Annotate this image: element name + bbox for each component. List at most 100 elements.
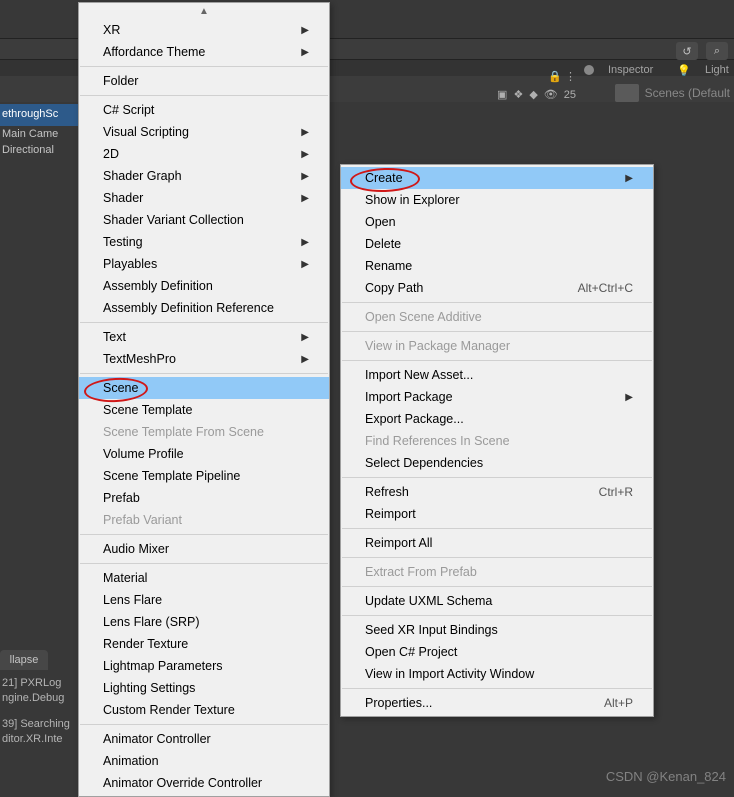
menu-item[interactable]: Rename xyxy=(341,255,653,277)
menu-item[interactable]: C# Script xyxy=(79,99,329,121)
menu-item: Scene Template From Scene xyxy=(79,421,329,443)
menu-item[interactable]: Show in Explorer xyxy=(341,189,653,211)
collapse-label: llapse xyxy=(10,654,39,666)
menu-item[interactable]: Animator Override Controller xyxy=(79,772,329,794)
menu-item[interactable]: Shader▶ xyxy=(79,187,329,209)
menu-item-label: Export Package... xyxy=(365,412,464,426)
menu-item[interactable]: View in Import Activity Window xyxy=(341,663,653,685)
tag-icon[interactable]: ◆ xyxy=(529,88,537,101)
menu-item[interactable]: Testing▶ xyxy=(79,231,329,253)
menu-item-label: Copy Path xyxy=(365,281,423,295)
menu-item[interactable]: Text▶ xyxy=(79,326,329,348)
hierarchy-item[interactable]: Main Came xyxy=(2,128,58,140)
menu-item[interactable]: Folder xyxy=(79,70,329,92)
menu-item[interactable]: Open C# Project xyxy=(341,641,653,663)
menu-item[interactable]: Assembly Definition xyxy=(79,275,329,297)
menu-item-label: Rename xyxy=(365,259,412,273)
log-line: ngine.Debug xyxy=(2,691,70,706)
menu-item[interactable]: Lighting Settings xyxy=(79,677,329,699)
menu-item-label: View in Import Activity Window xyxy=(365,667,534,681)
menu-item-label: Visual Scripting xyxy=(103,125,189,139)
menu-item[interactable]: Create▶ xyxy=(341,167,653,189)
menu-item[interactable]: Animator Controller xyxy=(79,728,329,750)
menu-item[interactable]: Scene xyxy=(79,377,329,399)
menu-separator xyxy=(80,534,328,535)
history-icon[interactable]: ↺ xyxy=(676,42,698,60)
menu-item[interactable]: Custom Render Texture xyxy=(79,699,329,721)
hierarchy-item[interactable]: Directional xyxy=(2,144,54,156)
menu-item[interactable]: Select Dependencies xyxy=(341,452,653,474)
inspector-tab[interactable]: Inspector xyxy=(608,64,653,76)
menu-item[interactable]: Lens Flare (SRP) xyxy=(79,611,329,633)
menu-item[interactable]: Lens Flare xyxy=(79,589,329,611)
menu-item[interactable]: Lightmap Parameters xyxy=(79,655,329,677)
menu-item-label: Prefab Variant xyxy=(103,513,182,527)
menu-item[interactable]: Audio Mixer xyxy=(79,538,329,560)
menu-item[interactable]: Shader Variant Collection xyxy=(79,209,329,231)
log-line: ditor.XR.Inte xyxy=(2,732,70,747)
assets-context-menu[interactable]: Create▶ Show in Explorer Open Delete Rename C… xyxy=(340,164,654,717)
menu-item[interactable]: Prefab xyxy=(79,487,329,509)
hierarchy-icon[interactable]: ❖ xyxy=(513,88,523,101)
submenu-arrow-icon: ▶ xyxy=(625,392,633,403)
menu-item[interactable]: Scene Template Pipeline xyxy=(79,465,329,487)
submenu-arrow-icon: ▶ xyxy=(301,237,309,248)
menu-item-label: Affordance Theme xyxy=(103,45,205,59)
menu-item-label: Reimport All xyxy=(365,536,432,550)
visibility-icon[interactable]: 👁 xyxy=(544,88,558,101)
menu-item[interactable]: TextMeshPro▶ xyxy=(79,348,329,370)
menu-item[interactable]: Reimport xyxy=(341,503,653,525)
folder-icon xyxy=(615,84,639,102)
menu-item[interactable]: Visual Scripting▶ xyxy=(79,121,329,143)
menu-item[interactable]: Open xyxy=(341,211,653,233)
lighting-tab[interactable]: Light xyxy=(705,64,729,76)
hierarchy-item[interactable]: ethroughSc xyxy=(2,108,58,120)
menu-item[interactable]: Volume Profile xyxy=(79,443,329,465)
menu-item[interactable]: 2D▶ xyxy=(79,143,329,165)
menu-item-label: Playables xyxy=(103,257,157,271)
menu-item: Extract From Prefab xyxy=(341,561,653,583)
menu-item-label: Update UXML Schema xyxy=(365,594,492,608)
menu-item-label: Prefab xyxy=(103,491,140,505)
menu-item-label: Delete xyxy=(365,237,401,251)
menu-item-label: Show in Explorer xyxy=(365,193,460,207)
menu-item-label: Shader Graph xyxy=(103,169,182,183)
menu-item-label: Lightmap Parameters xyxy=(103,659,223,673)
menu-item[interactable]: Seed XR Input Bindings xyxy=(341,619,653,641)
menu-item-label: Text xyxy=(103,330,126,344)
menu-item-label: Find References In Scene xyxy=(365,434,510,448)
menu-item-label: Shader xyxy=(103,191,143,205)
collapse-tab[interactable]: llapse xyxy=(0,650,48,670)
menu-item[interactable]: Shader Graph▶ xyxy=(79,165,329,187)
menu-item[interactable]: Assembly Definition Reference xyxy=(79,297,329,319)
menu-item-label: Custom Render Texture xyxy=(103,703,235,717)
menu-item[interactable]: Import New Asset... xyxy=(341,364,653,386)
log-line: 39] Searching xyxy=(2,717,70,732)
menu-item[interactable]: Render Texture xyxy=(79,633,329,655)
create-submenu[interactable]: ▲XR▶Affordance Theme▶FolderC# ScriptVisu… xyxy=(78,2,330,797)
menu-item[interactable]: Scene Template xyxy=(79,399,329,421)
menu-item[interactable]: Properties...Alt+P xyxy=(341,692,653,714)
menu-item[interactable]: XR▶ xyxy=(79,19,329,41)
visible-count: 25 xyxy=(564,89,576,101)
menu-item: Open Scene Additive xyxy=(341,306,653,328)
menu-item[interactable]: Playables▶ xyxy=(79,253,329,275)
menu-item[interactable]: Update UXML Schema xyxy=(341,590,653,612)
menu-item[interactable]: Reimport All xyxy=(341,532,653,554)
menu-item[interactable]: Material xyxy=(79,567,329,589)
menu-item[interactable]: RefreshCtrl+R xyxy=(341,481,653,503)
menu-item[interactable]: Affordance Theme▶ xyxy=(79,41,329,63)
menu-item[interactable]: Export Package... xyxy=(341,408,653,430)
scroll-up-arrow[interactable]: ▲ xyxy=(79,5,329,19)
menu-item-label: Scene Template xyxy=(103,403,192,417)
menu-item[interactable]: Import Package▶ xyxy=(341,386,653,408)
menu-item-label: Scene xyxy=(103,381,138,395)
search-icon[interactable]: ⌕ xyxy=(706,42,728,60)
lock-icon[interactable]: 🔒 ⋮ xyxy=(548,70,576,83)
menu-item[interactable]: Animation xyxy=(79,750,329,772)
menu-item[interactable]: Delete xyxy=(341,233,653,255)
filter-icon[interactable]: ▣ xyxy=(497,88,507,101)
menu-item-label: Assembly Definition Reference xyxy=(103,301,274,315)
menu-item-label: Shader Variant Collection xyxy=(103,213,244,227)
menu-item[interactable]: Copy PathAlt+Ctrl+C xyxy=(341,277,653,299)
